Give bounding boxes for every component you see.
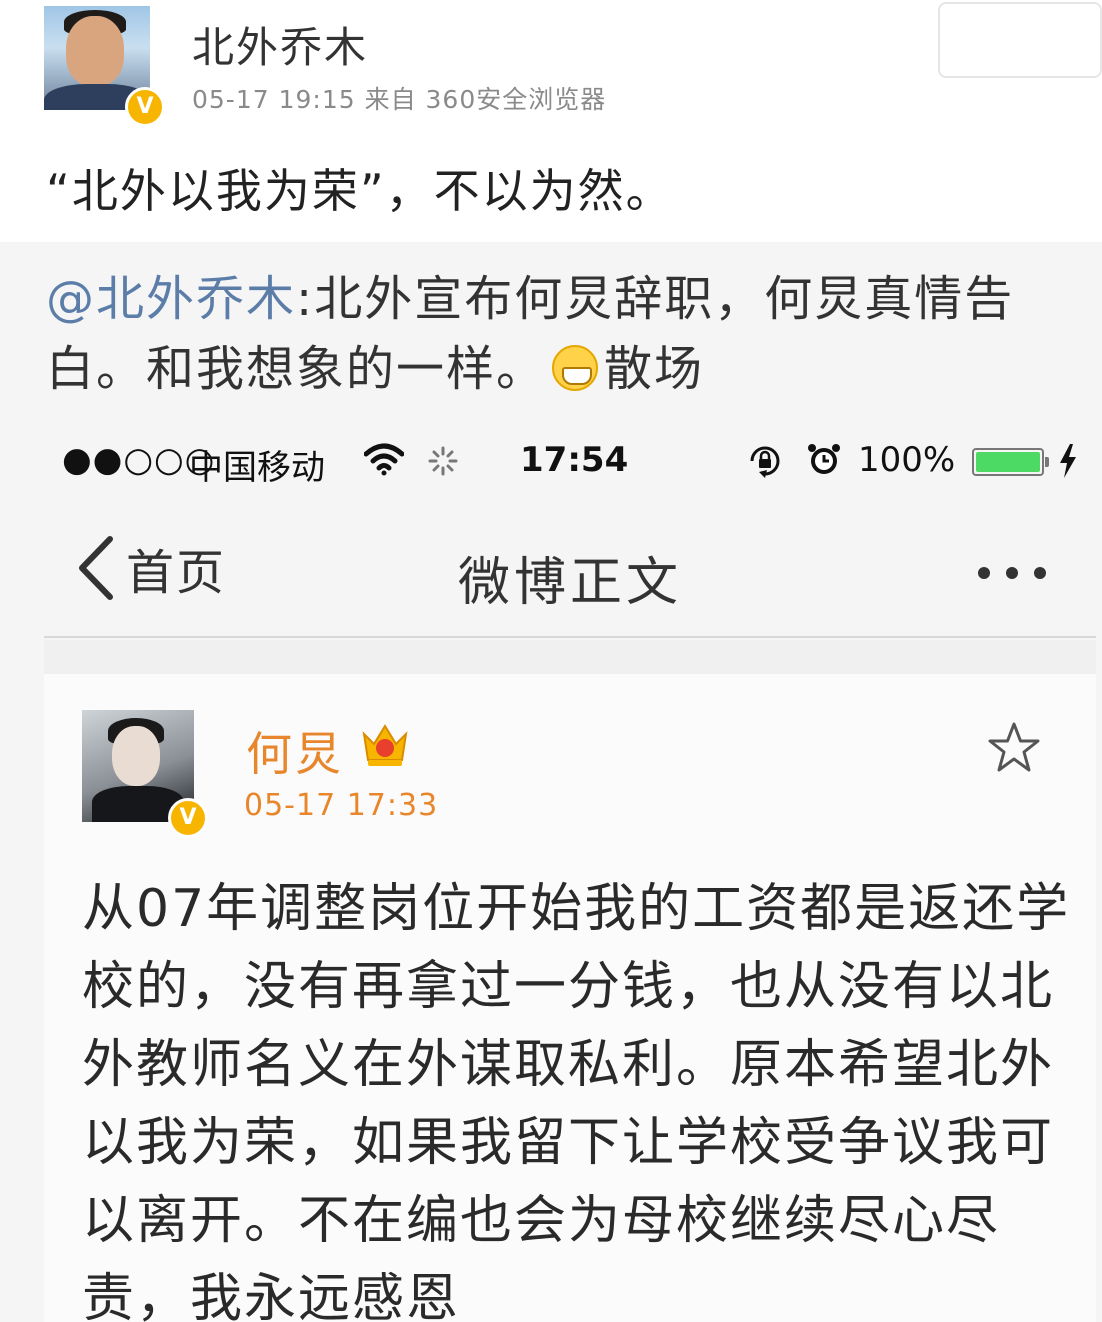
nav-bar: 首页 微博正文 xyxy=(44,510,1096,638)
grin-emoji-icon xyxy=(552,345,599,391)
verified-badge-icon: V xyxy=(168,798,208,838)
post-body: 从07年调整岗位开始我的工资都是返还学校的，没有再拿过一分钱，也从没有以北外教师… xyxy=(82,879,1071,1322)
post-text: “北外以我为荣”，不以为然。 xyxy=(46,164,674,218)
favorite-star-icon[interactable] xyxy=(986,720,1042,776)
author-name[interactable]: 北外乔木 xyxy=(192,14,368,75)
page-title: 微博正文 xyxy=(457,553,682,613)
divider xyxy=(44,640,1096,674)
charging-bolt-icon xyxy=(1060,444,1076,478)
page: V 北外乔木 05-17 19:15 来自 360安全浏览器 “北外以我为荣”，… xyxy=(0,0,1102,1322)
mention-link[interactable]: @北外乔木 xyxy=(46,271,296,327)
author-name[interactable]: 何炅 xyxy=(246,718,344,784)
post-meta: 05-17 19:15 来自 360安全浏览器 xyxy=(192,85,607,114)
embedded-screenshot: ●●○○○ 中国移动 17:54 100% 首页 微博正文 V 何炅 05-17… xyxy=(44,410,1096,1322)
follow-button[interactable] xyxy=(938,2,1102,78)
activity-spinner-icon xyxy=(428,446,458,476)
alarm-icon xyxy=(808,444,840,474)
retweet-text-part2: 散场 xyxy=(604,341,705,397)
battery-percent: 100% xyxy=(858,440,956,480)
orientation-lock-icon xyxy=(750,446,780,478)
outer-post-header: V 北外乔木 05-17 19:15 来自 360安全浏览器 xyxy=(0,0,1102,130)
more-options-icon[interactable] xyxy=(972,558,1052,588)
post-time: 05-17 17:33 xyxy=(244,788,439,823)
weibo-card: V 何炅 05-17 17:33 从07年调整岗位开始我的工资都是返还学校的，没… xyxy=(44,674,1096,1322)
status-time: 17:54 xyxy=(520,440,629,480)
avatar-face xyxy=(112,726,160,786)
carrier-name: 中国移动 xyxy=(189,448,325,488)
retweet-text: @北外乔木:北外宣布何炅辞职，何炅真情告白。和我想象的一样。 散场 xyxy=(46,264,1066,404)
avatar-face xyxy=(66,16,124,86)
crown-member-icon xyxy=(362,724,408,766)
wifi-icon xyxy=(364,443,404,476)
battery-fill xyxy=(976,452,1040,472)
status-bar: ●●○○○ 中国移动 17:54 100% xyxy=(44,410,1096,510)
battery-icon xyxy=(972,448,1049,476)
verified-badge-icon: V xyxy=(125,87,165,127)
